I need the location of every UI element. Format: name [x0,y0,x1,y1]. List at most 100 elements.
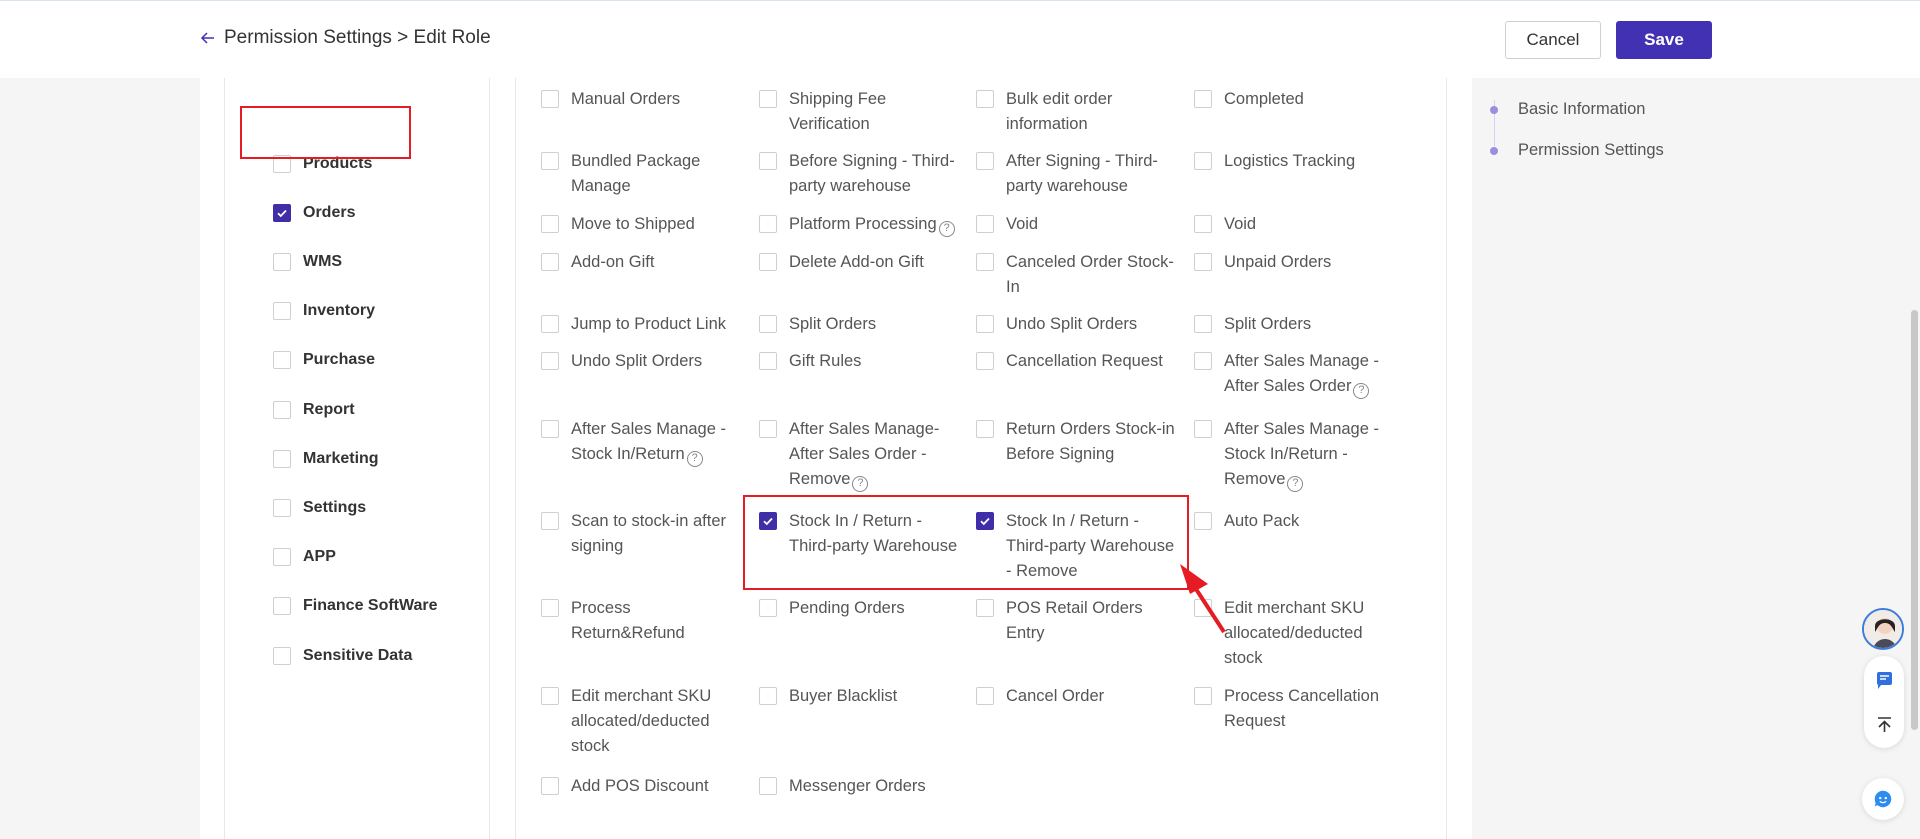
message-icon[interactable] [1864,660,1904,700]
help-icon[interactable]: ? [852,475,869,492]
permission-item[interactable]: Pending Orders [759,596,959,621]
permission-item[interactable]: Add-on Gift [541,250,741,275]
permission-item[interactable]: After Sales Manage - After Sales Order? [1194,349,1394,399]
permission-item[interactable]: After Sales Manage - Stock In/Return? [541,417,741,467]
checkbox[interactable] [759,777,777,795]
checkbox[interactable] [541,253,559,271]
checkbox[interactable] [541,687,559,705]
permission-item[interactable]: Delete Add-on Gift [759,250,959,275]
checkbox[interactable] [273,302,291,320]
permission-item[interactable]: Manual Orders [541,87,741,112]
permission-item[interactable]: Split Orders [759,312,959,337]
permission-item[interactable]: Platform Processing? [759,212,959,237]
checkbox[interactable] [976,90,994,108]
permission-item[interactable]: Process Return&Refund [541,596,741,646]
permission-item[interactable]: After Sales Manage-After Sales Order - R… [759,417,959,492]
help-icon[interactable]: ? [938,220,955,237]
permission-item[interactable]: Messenger Orders [759,774,959,799]
permission-item[interactable]: Add POS Discount [541,774,741,799]
module-item[interactable]: Inventory [273,302,375,320]
back-link[interactable]: Permission Settings > Edit Role [200,27,491,49]
checkbox[interactable] [976,315,994,333]
checkbox[interactable] [976,420,994,438]
checkbox[interactable] [759,687,777,705]
permission-item[interactable]: Void [976,212,1176,237]
checkbox[interactable] [541,315,559,333]
cancel-button[interactable]: Cancel [1505,21,1601,59]
anchor-permission-settings[interactable]: Permission Settings [1490,141,1664,160]
permission-item[interactable]: After Sales Manage - Stock In/Return - R… [1194,417,1394,492]
permission-item[interactable]: Bulk edit order information [976,87,1176,137]
checkbox[interactable] [273,450,291,468]
support-agent-avatar[interactable] [1862,608,1904,650]
permission-item[interactable]: Completed [1194,87,1394,112]
save-button[interactable]: Save [1616,21,1712,59]
checkbox[interactable] [1194,90,1212,108]
permission-item[interactable]: Canceled Order Stock-In [976,250,1176,300]
checkbox[interactable] [976,215,994,233]
module-item[interactable]: Sensitive Data [273,647,412,665]
checkbox[interactable] [273,597,291,615]
module-item[interactable]: Report [273,401,355,419]
permission-item[interactable]: Cancellation Request [976,349,1176,374]
checkbox[interactable] [541,512,559,530]
checkbox[interactable] [759,253,777,271]
permission-item[interactable]: Undo Split Orders [541,349,741,374]
permission-item[interactable]: Unpaid Orders [1194,250,1394,275]
permission-item[interactable]: Return Orders Stock-in Before Signing [976,417,1176,467]
checkbox[interactable] [541,90,559,108]
permission-item[interactable]: Buyer Blacklist [759,684,959,709]
checkbox[interactable] [1194,420,1212,438]
checkbox[interactable] [759,152,777,170]
checkbox[interactable] [759,215,777,233]
permission-item[interactable]: Edit merchant SKU allocated/deducted sto… [541,684,741,759]
module-item[interactable]: Orders [273,204,355,222]
checkbox[interactable] [1194,315,1212,333]
module-item[interactable]: Settings [273,499,366,517]
checkbox[interactable] [976,253,994,271]
permission-item[interactable]: Undo Split Orders [976,312,1176,337]
permission-item[interactable]: Bundled Package Manage [541,149,741,199]
module-item[interactable]: Marketing [273,450,379,468]
chat-bot-button[interactable] [1862,778,1904,820]
permission-item[interactable]: Move to Shipped [541,212,741,237]
help-icon[interactable]: ? [1287,475,1304,492]
checkbox[interactable] [976,687,994,705]
page-scrollbar[interactable] [1911,310,1918,730]
permission-item[interactable]: Before Signing - Third-party warehouse [759,149,959,199]
module-item[interactable]: Purchase [273,351,375,369]
anchor-basic-information[interactable]: Basic Information [1490,100,1645,119]
permission-item[interactable]: Scan to stock-in after signing [541,509,741,559]
checkbox[interactable] [759,315,777,333]
permission-item[interactable]: Auto Pack [1194,509,1394,534]
back-to-top-icon[interactable] [1864,704,1904,744]
checkbox[interactable] [273,647,291,665]
permission-item[interactable]: POS Retail Orders Entry [976,596,1176,646]
permission-item[interactable]: Void [1194,212,1394,237]
help-icon[interactable]: ? [1353,382,1370,399]
checkbox[interactable] [976,599,994,617]
checkbox[interactable] [759,599,777,617]
checkbox[interactable] [1194,152,1212,170]
module-item[interactable]: Finance SoftWare [273,597,438,615]
checkbox[interactable] [273,401,291,419]
checkbox[interactable] [273,548,291,566]
checkbox[interactable] [541,352,559,370]
checkbox[interactable] [541,215,559,233]
checkbox[interactable] [759,420,777,438]
checkbox[interactable] [976,352,994,370]
module-item[interactable]: APP [273,548,336,566]
permission-item[interactable]: After Signing - Third-party warehouse [976,149,1176,199]
help-icon[interactable]: ? [686,450,703,467]
permission-item[interactable]: Cancel Order [976,684,1176,709]
checkbox[interactable] [1194,512,1212,530]
module-item[interactable]: WMS [273,253,342,271]
checkbox[interactable] [1194,687,1212,705]
checkbox[interactable] [1194,215,1212,233]
checkbox[interactable] [273,253,291,271]
back-arrow-icon[interactable] [200,30,216,46]
checkbox[interactable] [1194,352,1212,370]
permission-item[interactable]: Gift Rules [759,349,959,374]
checkbox[interactable] [976,152,994,170]
checkbox[interactable] [273,499,291,517]
